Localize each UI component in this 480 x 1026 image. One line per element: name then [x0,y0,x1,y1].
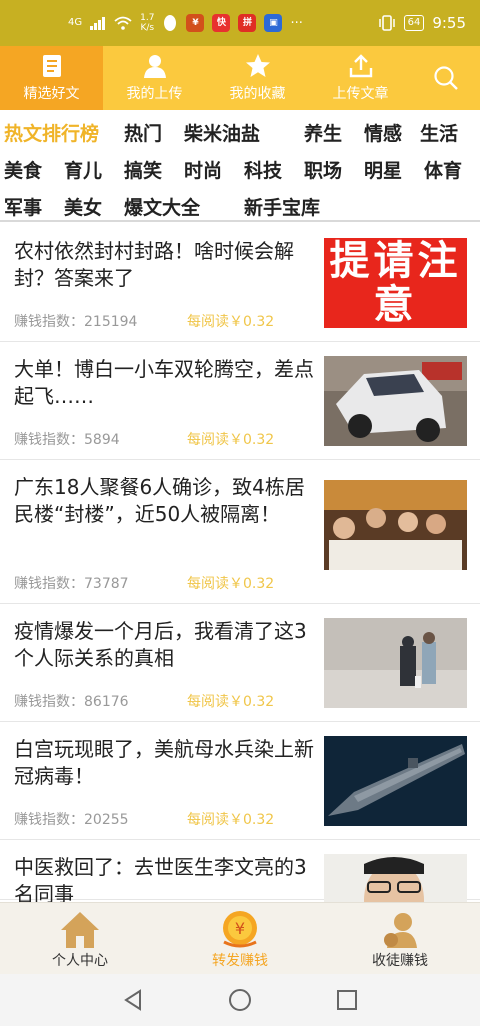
article-thumbnail [324,854,467,902]
upload-icon [349,54,372,78]
pinduoduo-icon: 拼 [238,14,257,32]
status-bar: 4G 1.7 K/s ¥ 快 拼 ▣ ··· 64 9:55 [0,0,480,46]
coin-medal-icon: ¥ [223,911,257,948]
article-reward: 每阅读￥0.32 [187,694,275,710]
clock: 9:55 [432,14,466,32]
category-hot-ranking[interactable]: 热文排行榜 [4,119,124,146]
article-title: 大单！博白一小车双轮腾空，差点起飞…… [14,357,314,408]
network-speed: 1.7 K/s [140,13,155,33]
kuaishou-icon: 快 [212,14,231,32]
category-daily-life[interactable]: 柴米油盐 [184,119,304,146]
tab-recruit-earn[interactable]: 收徒赚钱 [320,903,480,974]
tab-label: 精选好文 [23,86,80,102]
article-earning-index: 赚钱指数：215194 [14,314,138,330]
article-title: 中医救回了：去世医生李文亮的3名同事 [14,855,307,902]
article-thumbnail [324,618,467,708]
category-health[interactable]: 养生 [304,119,364,146]
article-title: 广东18人聚餐6人确诊，致4栋居民楼“封楼”，近50人被隔离！ [14,475,305,526]
app-notification-icon: ¥ [186,14,205,32]
tab-my-uploads[interactable]: 我的上传 [103,46,206,110]
category-beauty[interactable]: 美女 [64,193,124,220]
article-title: 疫情爆发一个月后，我看清了这3个人际关系的真相 [14,619,307,670]
app-notification-icon: ▣ [264,14,283,32]
category-fashion[interactable]: 时尚 [184,156,244,183]
svg-text:¥: ¥ [235,919,245,938]
thumbnail-text: 提请注意 [329,238,462,328]
star-icon [245,54,270,77]
tab-label: 我的收藏 [229,86,286,102]
tab-label: 上传文章 [332,86,389,102]
vibrate-icon [378,15,395,31]
article-thumbnail [324,356,467,446]
article-earning-index: 赚钱指数：73787 [14,576,129,592]
article-reward: 每阅读￥0.32 [187,576,275,592]
person-icon [143,55,166,78]
tab-label: 我的上传 [126,86,183,102]
article-item[interactable]: 中医救回了：去世医生李文亮的3名同事 [0,840,480,902]
tab-personal-center[interactable]: 个人中心 [0,903,160,974]
category-sports[interactable]: 体育 [424,156,462,183]
category-viral-collection[interactable]: 爆文大全 [124,193,244,220]
article-reward: 每阅读￥0.32 [187,432,275,448]
article-item[interactable]: 广东18人聚餐6人确诊，致4栋居民楼“封楼”，近50人被隔离！ 赚钱指数：737… [0,460,480,604]
system-navigation-bar [0,974,480,1026]
top-nav: 精选好文 我的上传 我的收藏 上传文章 [0,46,480,110]
search-button[interactable] [412,46,480,110]
qq-penguin-icon [164,15,177,31]
category-row: 热文排行榜 热门 柴米油盐 养生 情感 生活 [4,114,480,151]
document-icon [42,55,61,77]
category-career[interactable]: 职场 [304,156,364,183]
tab-featured-articles[interactable]: 精选好文 [0,46,103,110]
category-funny[interactable]: 搞笑 [124,156,184,183]
bottom-tab-bar: 个人中心 ¥ 转发赚钱 收徒赚钱 [0,902,480,974]
search-icon [434,66,458,90]
tab-my-favorites[interactable]: 我的收藏 [206,46,309,110]
tab-label: 转发赚钱 [212,953,268,969]
tab-label: 个人中心 [52,953,108,969]
article-list: 农村依然封村封路！啥时候会解封？答案来了 赚钱指数：215194 每阅读￥0.3… [0,224,480,902]
wifi-icon [114,16,132,30]
article-earning-index: 赚钱指数：86176 [14,694,129,710]
signal-bars-icon [90,17,106,30]
article-item[interactable]: 疫情爆发一个月后，我看清了这3个人际关系的真相 赚钱指数：86176 每阅读￥0… [0,604,480,722]
more-notifications-icon: ··· [290,15,303,31]
article-thumbnail [324,480,467,570]
article-thumbnail [324,736,467,826]
category-emotion[interactable]: 情感 [364,119,420,146]
tab-share-earn[interactable]: ¥ 转发赚钱 [160,903,320,974]
back-icon[interactable] [122,989,144,1011]
article-thumbnail: 提请注意 [324,238,467,328]
category-beginner-guide[interactable]: 新手宝库 [244,193,320,220]
category-parenting[interactable]: 育儿 [64,156,124,183]
category-row: 美食 育儿 搞笑 时尚 科技 职场 明星 体育 [4,151,480,188]
category-food[interactable]: 美食 [4,156,64,183]
article-item[interactable]: 农村依然封村封路！啥时候会解封？答案来了 赚钱指数：215194 每阅读￥0.3… [0,224,480,342]
home-icon [61,912,99,948]
article-reward: 每阅读￥0.32 [187,314,275,330]
home-circle-icon[interactable] [228,988,252,1012]
category-tech[interactable]: 科技 [244,156,304,183]
article-item[interactable]: 白宫玩现眼了，美航母水兵染上新冠病毒！ 赚钱指数：20255 每阅读￥0.32 [0,722,480,840]
article-earning-index: 赚钱指数：5894 [14,432,120,448]
article-title: 白宫玩现眼了，美航母水兵染上新冠病毒！ [14,737,314,788]
battery-indicator: 64 [403,15,425,31]
tab-upload-article[interactable]: 上传文章 [309,46,412,110]
category-list: 热文排行榜 热门 柴米油盐 养生 情感 生活 美食 育儿 搞笑 时尚 科技 职场… [0,110,480,222]
article-item[interactable]: 大单！博白一小车双轮腾空，差点起飞…… 赚钱指数：5894 每阅读￥0.32 [0,342,480,460]
category-celebrity[interactable]: 明星 [364,156,424,183]
signal-indicator: 4G [68,17,83,28]
category-life[interactable]: 生活 [420,119,458,146]
category-row: 军事 美女 爆文大全 新手宝库 [4,188,480,225]
category-popular[interactable]: 热门 [124,119,184,146]
article-reward: 每阅读￥0.32 [187,812,275,828]
recent-apps-icon[interactable] [336,989,358,1011]
tab-label: 收徒赚钱 [372,953,428,969]
article-title: 农村依然封村封路！啥时候会解封？答案来了 [14,239,294,290]
category-military[interactable]: 军事 [4,193,64,220]
article-earning-index: 赚钱指数：20255 [14,812,129,828]
apprentice-icon [384,913,417,948]
